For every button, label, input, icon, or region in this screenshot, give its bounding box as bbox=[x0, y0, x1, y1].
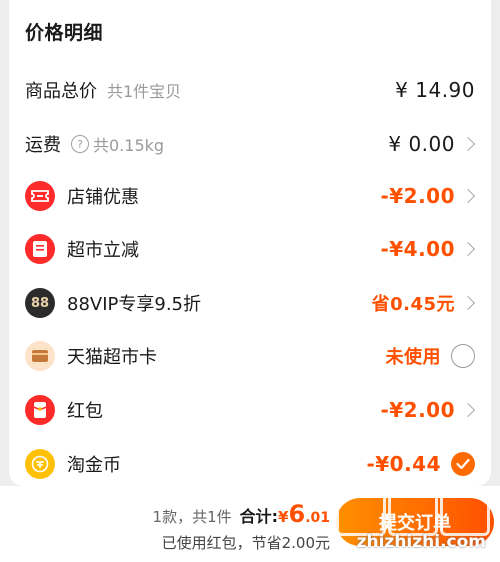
page-title: 价格明细 bbox=[25, 22, 104, 44]
total-label: 合计: bbox=[239, 507, 279, 526]
order-count: 1款，共1件 bbox=[152, 508, 232, 526]
store-discount-value: -¥2.00 bbox=[380, 184, 455, 208]
submit-order-button[interactable]: 提交订单 bbox=[336, 498, 494, 546]
coins-value: -¥0.44 bbox=[366, 452, 441, 476]
row-market-card[interactable]: 天猫超市卡 未使用 bbox=[9, 336, 491, 376]
order-summary: 1款，共1件 合计: ¥6.01 已使用红包，节省2.00元 bbox=[153, 500, 330, 553]
row-shipping[interactable]: 运费 ? 共0.15kg ¥ 0.00 bbox=[9, 124, 491, 164]
vip-88-icon: 88 bbox=[25, 288, 55, 318]
row-redpacket[interactable]: 红包 -¥2.00 bbox=[9, 390, 491, 430]
total-integer: 6 bbox=[288, 500, 306, 528]
row-total-price: 商品总价 共1件宝贝 ¥ 14.90 bbox=[9, 70, 491, 110]
redpacket-icon bbox=[25, 395, 55, 425]
total-currency: ¥ bbox=[278, 508, 289, 526]
shipping-value: ¥ 0.00 bbox=[388, 132, 455, 156]
total-decimal: .01 bbox=[305, 510, 330, 526]
checkout-bar: 1款，共1件 合计: ¥6.01 已使用红包，节省2.00元 提交订单 bbox=[0, 486, 500, 562]
vip-saved-value: 省0.45元 bbox=[371, 294, 455, 315]
market-cut-value: -¥4.00 bbox=[380, 237, 455, 261]
chevron-right-icon bbox=[460, 136, 476, 152]
item-count: 共1件宝贝 bbox=[107, 82, 182, 101]
reduce-icon bbox=[25, 234, 55, 264]
saved-note: 已使用红包，节省2.00元 bbox=[161, 534, 330, 552]
market-card-status: 未使用 bbox=[385, 347, 441, 368]
chevron-right-icon bbox=[460, 402, 476, 418]
row-store-discount[interactable]: 店铺优惠 -¥2.00 bbox=[9, 176, 491, 216]
redpacket-label: 红包 bbox=[67, 401, 103, 422]
chevron-right-icon bbox=[460, 241, 476, 257]
redpacket-value: -¥2.00 bbox=[380, 398, 455, 422]
chevron-right-icon bbox=[460, 295, 476, 311]
market-cut-label: 超市立减 bbox=[67, 240, 139, 261]
total-price-value: ¥ 14.90 bbox=[395, 78, 475, 102]
total-amount: ¥6.01 bbox=[278, 500, 330, 528]
chevron-right-icon bbox=[460, 188, 476, 204]
shipping-label: 运费 bbox=[25, 135, 61, 156]
market-card-label: 天猫超市卡 bbox=[67, 347, 157, 368]
card-icon bbox=[25, 341, 55, 371]
row-88vip[interactable]: 88 88VIP专享9.5折 省0.45元 bbox=[9, 283, 491, 323]
store-discount-label: 店铺优惠 bbox=[67, 187, 139, 208]
coin-icon bbox=[25, 449, 55, 479]
radio-unchecked-icon[interactable] bbox=[451, 344, 475, 368]
row-market-cut[interactable]: 超市立减 -¥4.00 bbox=[9, 229, 491, 269]
price-detail-card: 价格明细 商品总价 共1件宝贝 ¥ 14.90 运费 ? 共0.15kg ¥ 0… bbox=[9, 0, 491, 486]
coupon-icon bbox=[25, 181, 55, 211]
shipping-weight: 共0.15kg bbox=[93, 136, 165, 155]
help-icon[interactable]: ? bbox=[71, 135, 89, 153]
total-price-label: 商品总价 bbox=[25, 81, 97, 102]
vip-label: 88VIP专享9.5折 bbox=[67, 294, 202, 315]
check-icon[interactable] bbox=[451, 452, 475, 476]
row-coins[interactable]: 淘金币 -¥0.44 bbox=[9, 444, 491, 484]
coins-label: 淘金币 bbox=[67, 455, 121, 476]
